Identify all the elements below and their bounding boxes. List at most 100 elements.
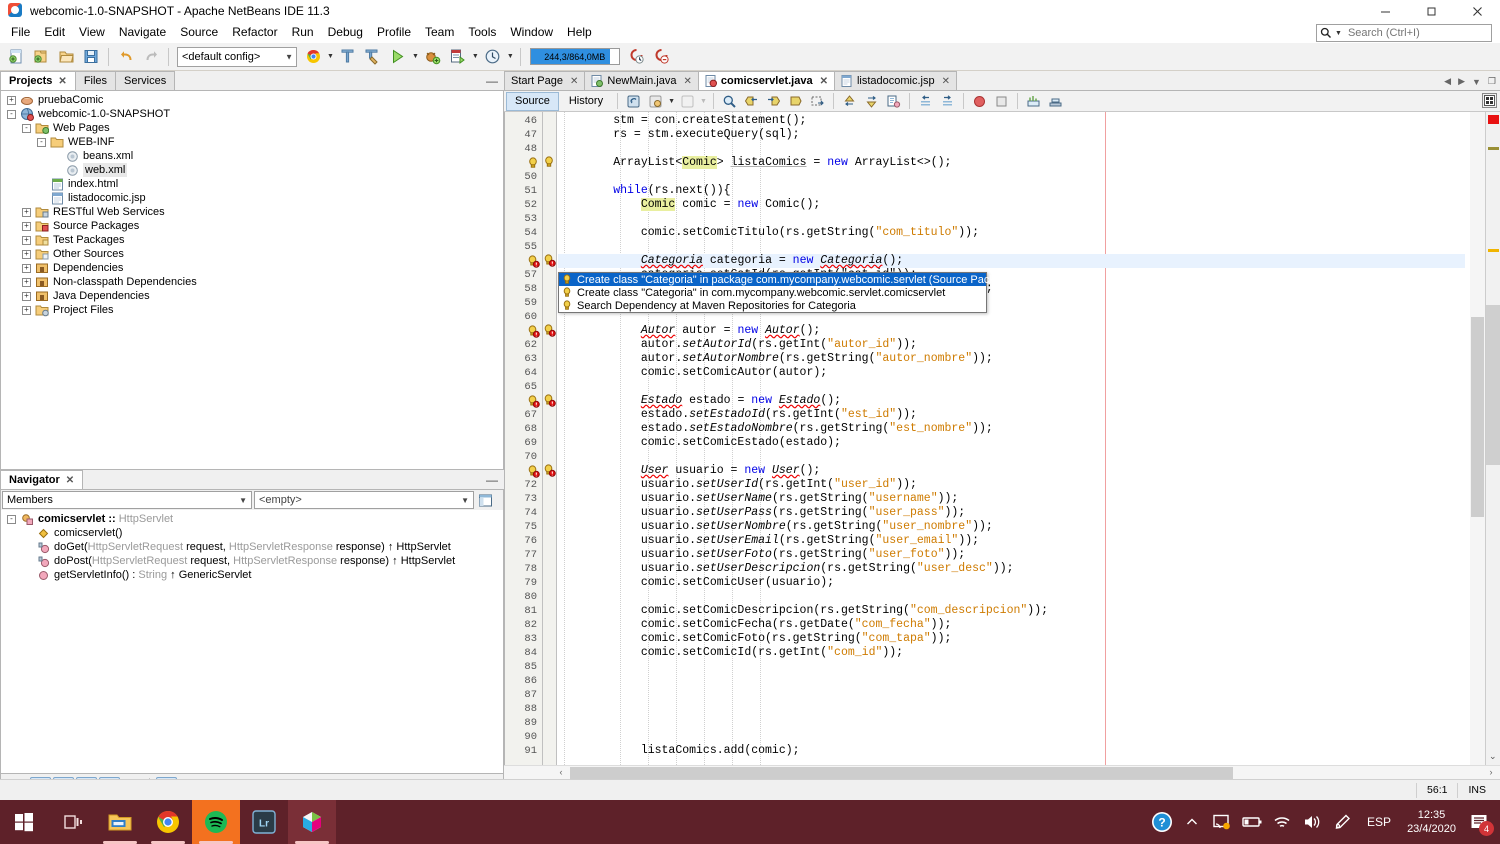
- expand-icon[interactable]: +: [22, 249, 31, 259]
- menu-run[interactable]: Run: [285, 23, 321, 42]
- editor-options-button[interactable]: [1482, 93, 1497, 108]
- error-hint-icon[interactable]: [526, 254, 540, 268]
- previous-error-button[interactable]: [839, 92, 860, 111]
- glyph-gutter[interactable]: [528, 112, 557, 765]
- minimize-navigator-icon[interactable]: —: [486, 473, 498, 487]
- navigator-scope-combo[interactable]: Members ▼: [2, 491, 252, 509]
- menu-team[interactable]: Team: [418, 23, 461, 42]
- lightroom-button[interactable]: Lr: [240, 800, 288, 844]
- editor-tab-newmain-java[interactable]: NewMain.java ✕: [584, 71, 699, 90]
- save-all-button[interactable]: [79, 45, 103, 69]
- close-icon[interactable]: ✕: [58, 76, 66, 87]
- minimize-button[interactable]: [1362, 0, 1408, 22]
- wifi-icon[interactable]: [1267, 800, 1297, 844]
- tree-node[interactable]: + Dependencies: [1, 261, 503, 275]
- shift-left-button[interactable]: [915, 92, 936, 111]
- menu-tools[interactable]: Tools: [461, 23, 503, 42]
- notifications-button[interactable]: 4: [1462, 800, 1496, 844]
- tree-node[interactable]: index.html: [1, 177, 503, 191]
- profiler-attach-button[interactable]: [625, 45, 649, 69]
- debug-project-button[interactable]: [421, 45, 445, 69]
- history-button[interactable]: [481, 45, 505, 69]
- browser-dropdown-icon[interactable]: ▼: [327, 53, 334, 60]
- close-icon[interactable]: ✕: [942, 76, 950, 87]
- expand-icon[interactable]: +: [22, 235, 31, 245]
- file-explorer-button[interactable]: [96, 800, 144, 844]
- tab-scroll-right-icon[interactable]: ▶: [1458, 76, 1465, 87]
- maximize-editor-icon[interactable]: ❐: [1488, 76, 1496, 87]
- tab-services[interactable]: Services: [115, 71, 176, 90]
- collapse-icon[interactable]: -: [7, 514, 16, 524]
- search-dropdown-icon[interactable]: ▼: [1335, 30, 1342, 37]
- apply-refactor-button[interactable]: [677, 92, 698, 111]
- navigator-member-row[interactable]: - comicservlet :: HttpServlet: [1, 512, 503, 526]
- tree-node[interactable]: + Java Dependencies: [1, 289, 503, 303]
- minimize-projects-icon[interactable]: —: [486, 74, 498, 88]
- global-search-box[interactable]: ▼: [1316, 24, 1492, 42]
- tree-node[interactable]: + Project Files: [1, 303, 503, 317]
- build-project-button[interactable]: [336, 45, 360, 69]
- tree-node[interactable]: web.xml: [1, 163, 503, 177]
- scroll-right-icon[interactable]: ›: [1484, 767, 1498, 777]
- navigator-options-button[interactable]: [476, 491, 494, 509]
- view-source-button[interactable]: Source: [506, 91, 559, 111]
- collapse-icon[interactable]: -: [37, 137, 46, 147]
- collapse-icon[interactable]: -: [7, 109, 16, 119]
- navigator-member-row[interactable]: comicservlet(): [1, 526, 503, 540]
- next-bookmark-button[interactable]: [763, 92, 784, 111]
- profile-dropdown-icon[interactable]: ▼: [472, 53, 479, 60]
- run-project-button[interactable]: [386, 45, 410, 69]
- navigator-member-row[interactable]: doPost(HttpServletRequest request, HttpS…: [1, 554, 503, 568]
- language-indicator[interactable]: ESP: [1357, 815, 1401, 829]
- tree-node[interactable]: + pruebaComic: [1, 93, 503, 107]
- tree-node[interactable]: + Other Sources: [1, 247, 503, 261]
- last-edit-button[interactable]: [623, 92, 644, 111]
- tab-files[interactable]: Files: [74, 71, 117, 90]
- hscroll-thumb[interactable]: [570, 767, 1233, 779]
- menu-file[interactable]: File: [4, 23, 37, 42]
- hint-icon[interactable]: [543, 156, 557, 170]
- expand-icon[interactable]: +: [22, 263, 31, 273]
- redo-button[interactable]: [139, 45, 163, 69]
- editor-vertical-scrollbar[interactable]: [1470, 112, 1485, 765]
- stop-macro-recording-button[interactable]: [991, 92, 1012, 111]
- error-hint-icon[interactable]: [543, 464, 557, 478]
- error-hint-icon[interactable]: [526, 324, 540, 338]
- view-history-button[interactable]: History: [560, 92, 612, 111]
- history-dropdown-icon[interactable]: ▼: [507, 53, 514, 60]
- tree-node[interactable]: + Source Packages: [1, 219, 503, 233]
- close-icon[interactable]: ✕: [570, 76, 578, 87]
- scroll-left-icon[interactable]: ‹: [554, 767, 568, 777]
- tab-projects[interactable]: Projects ✕: [0, 71, 76, 90]
- screen-cast-icon[interactable]: [1207, 800, 1237, 844]
- undo-button[interactable]: [114, 45, 138, 69]
- browser-select-button[interactable]: [301, 45, 325, 69]
- expand-icon[interactable]: +: [22, 291, 31, 301]
- expand-icon[interactable]: +: [22, 221, 31, 231]
- tree-node[interactable]: beans.xml: [1, 149, 503, 163]
- expand-icon[interactable]: +: [22, 277, 31, 287]
- previous-bookmark-button[interactable]: [741, 92, 762, 111]
- memory-usage-indicator[interactable]: 244,3/864,0MB: [529, 48, 620, 65]
- error-hint-icon[interactable]: [543, 394, 557, 408]
- project-config-combo[interactable]: <default config> ▼: [177, 46, 297, 67]
- stripe-thumb[interactable]: [1486, 305, 1500, 465]
- battery-icon[interactable]: [1237, 800, 1267, 844]
- close-icon[interactable]: ✕: [820, 76, 828, 87]
- spotify-button[interactable]: [192, 800, 240, 844]
- tree-node[interactable]: - WEB-INF: [1, 135, 503, 149]
- expand-icon[interactable]: +: [22, 305, 31, 315]
- error-hint-icon[interactable]: [526, 394, 540, 408]
- menu-source[interactable]: Source: [173, 23, 225, 42]
- next-error-button[interactable]: [861, 92, 882, 111]
- editor-tab-listadocomic-jsp[interactable]: listadocomic.jsp ✕: [833, 71, 958, 90]
- new-project-button[interactable]: [29, 45, 53, 69]
- tab-scroll-left-icon[interactable]: ◀: [1444, 76, 1451, 87]
- help-circle-icon[interactable]: ?: [1147, 800, 1177, 844]
- tree-node[interactable]: + Non-classpath Dependencies: [1, 275, 503, 289]
- task-view-button[interactable]: [48, 800, 96, 844]
- expand-icon[interactable]: +: [22, 207, 31, 217]
- open-project-button[interactable]: [54, 45, 78, 69]
- menu-profile[interactable]: Profile: [370, 23, 418, 42]
- hint-item[interactable]: Create class "Categoria" in package com.…: [559, 273, 1022, 286]
